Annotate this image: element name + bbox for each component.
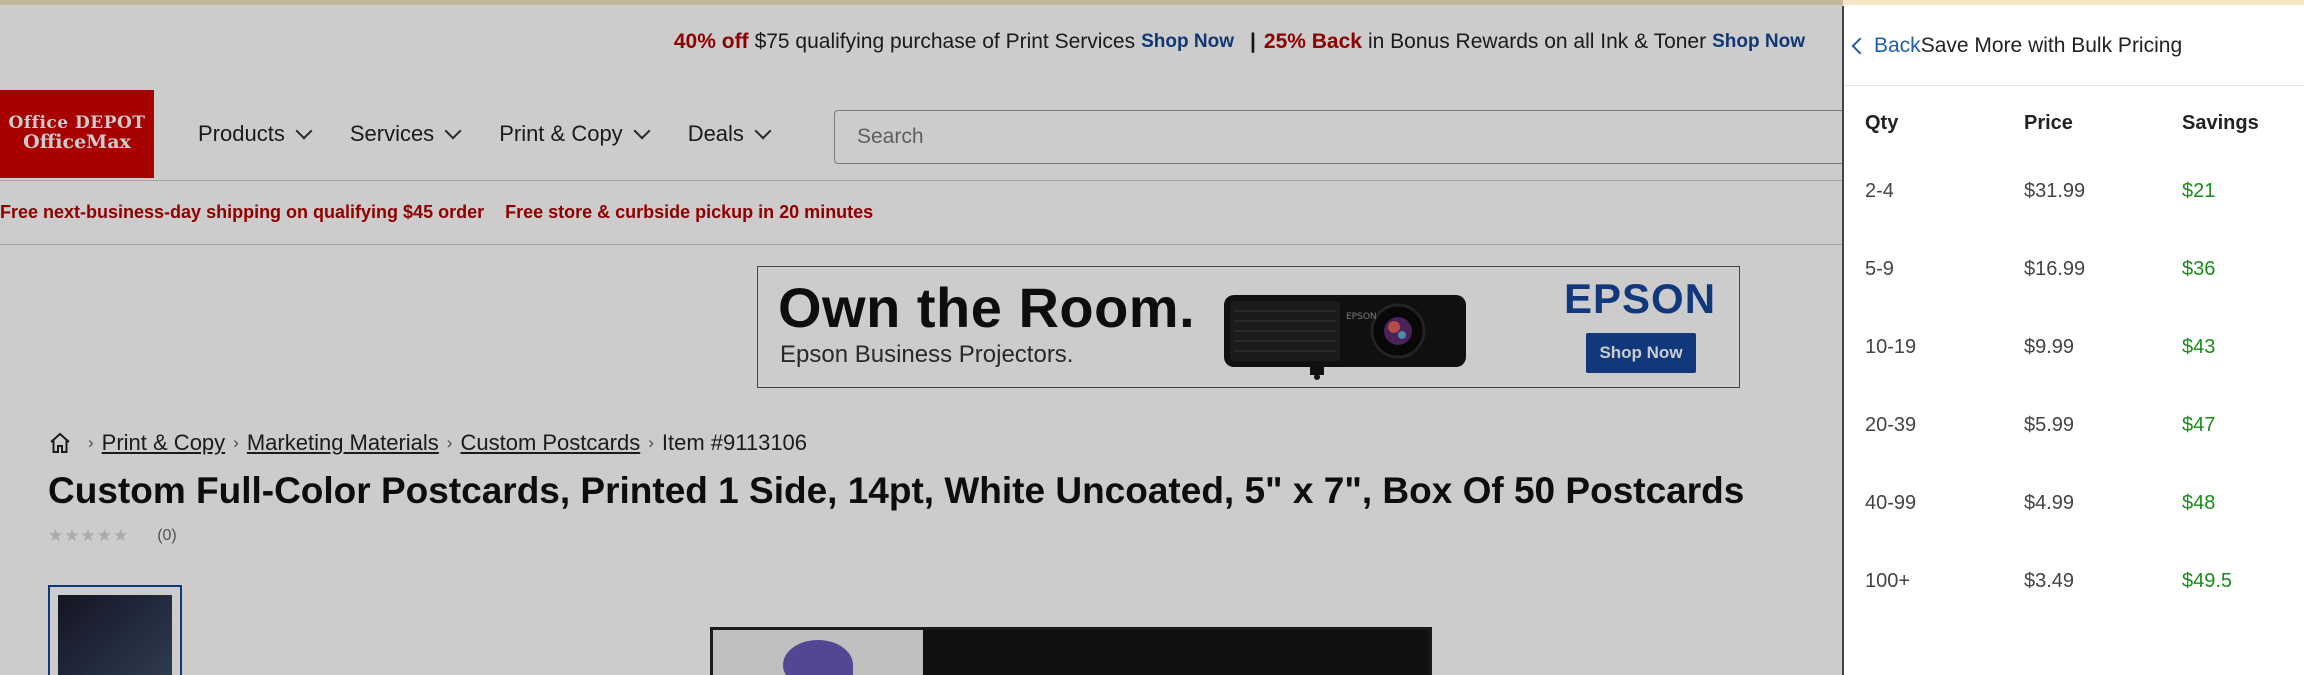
qty-cell: 20-39 bbox=[1865, 413, 1917, 436]
price-cell: $4.99 bbox=[2024, 491, 2075, 514]
back-button[interactable]: Back bbox=[1848, 34, 1921, 58]
qty-cell: 100+ bbox=[1865, 569, 1911, 592]
col-price: Price bbox=[2024, 111, 2073, 134]
bulk-pricing-drawer: Back Save More with Bulk Pricing Qty Pri… bbox=[1842, 6, 2304, 675]
back-label: Back bbox=[1874, 33, 1921, 57]
chevron-left-icon bbox=[1851, 37, 1869, 54]
savings-cell: $36 bbox=[2182, 257, 2216, 280]
table-row: 100+ $3.49 $49.5 bbox=[1865, 542, 2302, 620]
savings-cell: $49.5 bbox=[2182, 569, 2233, 592]
table-row: 20-39 $5.99 $47 bbox=[1865, 386, 2302, 464]
qty-cell: 5-9 bbox=[1865, 257, 1894, 280]
col-qty: Qty bbox=[1865, 111, 1899, 134]
table-row: 2-4 $31.99 $21 bbox=[1865, 152, 2302, 230]
qty-cell: 40-99 bbox=[1865, 491, 1917, 514]
savings-cell: $43 bbox=[2182, 335, 2216, 358]
price-cell: $16.99 bbox=[2024, 257, 2086, 280]
drawer-title: Save More with Bulk Pricing bbox=[1920, 33, 2183, 57]
bulk-pricing-table: Qty Price Savings 2-4 $31.99 $21 5-9 $16… bbox=[1865, 94, 2302, 620]
qty-cell: 2-4 bbox=[1865, 179, 1894, 202]
table-header-row: Qty Price Savings bbox=[1865, 94, 2302, 152]
price-cell: $3.49 bbox=[2024, 569, 2075, 592]
savings-cell: $47 bbox=[2182, 413, 2216, 436]
savings-cell: $21 bbox=[2182, 179, 2216, 202]
col-savings: Savings bbox=[2182, 111, 2259, 134]
price-cell: $5.99 bbox=[2024, 413, 2075, 436]
price-cell: $31.99 bbox=[2024, 179, 2086, 202]
drawer-header: Back Save More with Bulk Pricing bbox=[1844, 6, 2304, 86]
page-dim-overlay[interactable] bbox=[0, 0, 1843, 675]
qty-cell: 10-19 bbox=[1865, 335, 1917, 358]
table-row: 10-19 $9.99 $43 bbox=[1865, 308, 2302, 386]
price-cell: $9.99 bbox=[2024, 335, 2075, 358]
savings-cell: $48 bbox=[2182, 491, 2216, 514]
table-row: 40-99 $4.99 $48 bbox=[1865, 464, 2302, 542]
table-row: 5-9 $16.99 $36 bbox=[1865, 230, 2302, 308]
